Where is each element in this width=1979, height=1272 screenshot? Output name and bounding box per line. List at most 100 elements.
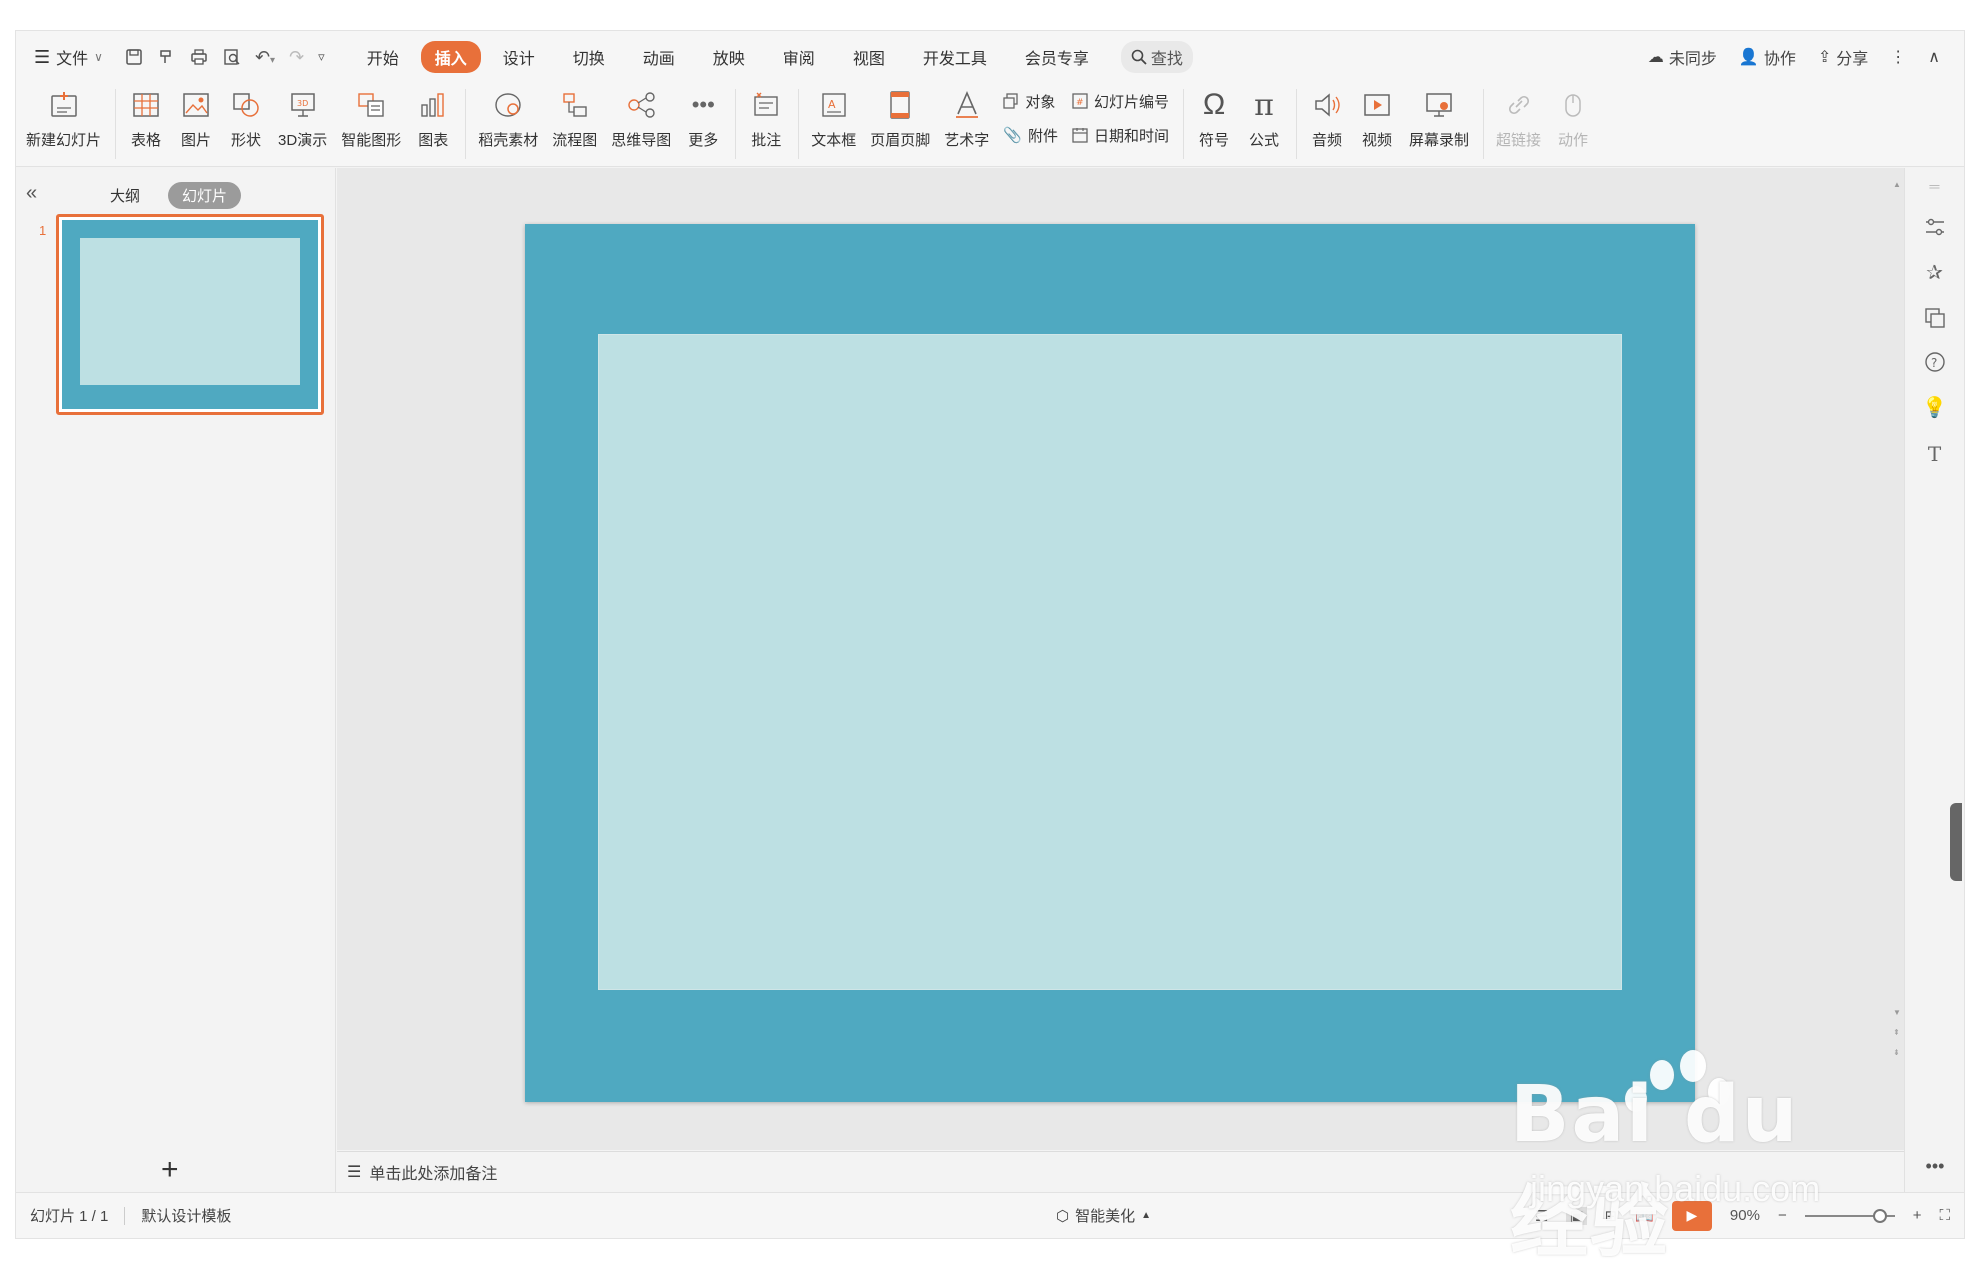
header-footer-button[interactable]: 页眉页脚 [870,83,930,150]
next-slide-icon[interactable]: ⇟ [1893,1048,1900,1057]
print-preview-icon[interactable] [223,48,241,66]
tab-review[interactable]: 审阅 [767,41,831,73]
tab-developer[interactable]: 开发工具 [907,41,1003,73]
speaker-icon [1309,87,1345,123]
sync-status[interactable]: ☁ 未同步 [1648,45,1717,69]
pin-icon[interactable]: ✰ [1926,260,1943,285]
screen-record-icon [1421,87,1457,123]
tab-design[interactable]: 设计 [487,41,551,73]
slide-number-icon: # [1072,93,1088,109]
header-footer-label: 页眉页脚 [870,132,931,149]
3d-demo-label: 3D演示 [278,132,328,149]
collab-button[interactable]: 👤 协作 [1739,45,1796,69]
picture-icon [178,87,214,123]
chart-button[interactable]: 图表 [415,83,451,150]
slide-inner-rectangle[interactable] [598,334,1622,990]
new-slide-button[interactable]: 新建幻灯片 [26,83,101,150]
print-icon[interactable] [189,48,209,66]
tab-view[interactable]: 视图 [837,41,901,73]
slide[interactable] [525,224,1695,1102]
share-button[interactable]: ⇪ 分享 [1818,45,1868,69]
status-left: 幻灯片 1 / 1 默认设计模板 [30,1205,231,1226]
fit-window-icon[interactable]: ⛶ [1939,1207,1950,1224]
save-icon[interactable] [125,48,143,66]
tab-slides[interactable]: 幻灯片 [168,182,242,209]
tab-member[interactable]: 会员专享 [1009,41,1105,73]
formula-button[interactable]: π 公式 [1246,83,1282,150]
customize-toolbar-icon[interactable]: ▿ [318,49,325,65]
new-slide-icon [46,87,82,123]
textbox-button[interactable]: A 文本框 [811,83,856,150]
omega-icon: Ω [1202,88,1226,121]
video-icon [1359,87,1395,123]
video-button[interactable]: 视频 [1359,83,1395,150]
redo-icon[interactable]: ↷ [289,47,304,68]
prev-slide-icon[interactable]: ⇞ [1893,1028,1900,1037]
collapse-panel-icon[interactable]: « [26,182,37,205]
more-tools-icon[interactable]: ••• [1905,1156,1965,1177]
side-panel-handle[interactable] [1950,803,1962,881]
scroll-up-icon[interactable]: ▲ [1893,180,1901,189]
beautify-label: 智能美化 [1075,1208,1136,1225]
tab-transitions[interactable]: 切换 [557,41,621,73]
file-menu[interactable]: ☰ 文件 ∨ [34,45,103,69]
vertical-scrollbar[interactable]: ▲ ▼ ⇞ ⇟ [1885,168,1905,1150]
search-icon [1131,49,1147,65]
more-button[interactable]: ••• 更多 [685,83,721,150]
datetime-button[interactable]: 日期和时间 [1072,123,1169,147]
tab-insert[interactable]: 插入 [420,41,481,73]
tab-home[interactable]: 开始 [351,41,415,73]
textbox-label: 文本框 [811,132,857,149]
search-box[interactable]: 查找 [1120,41,1193,73]
add-slide-icon[interactable]: + [161,1153,179,1187]
flowchart-button[interactable]: 流程图 [552,83,597,150]
ribbon-divider [1183,89,1185,159]
tab-slideshow[interactable]: 放映 [697,41,761,73]
ribbon-divider [798,89,800,159]
more-label: 更多 [688,132,719,149]
picture-button[interactable]: 图片 [178,83,214,150]
mindmap-button[interactable]: 思维导图 [611,83,671,150]
ribbon-divider [735,89,737,159]
zoom-in-icon[interactable]: + [1913,1207,1922,1224]
help-icon[interactable]: ? [1924,351,1946,373]
attachment-button[interactable]: 📎 附件 [1003,123,1058,147]
action-button[interactable]: 动作 [1555,83,1591,150]
table-button[interactable]: 表格 [128,83,164,150]
slide-thumbnail[interactable] [56,214,324,415]
scroll-down-icon[interactable]: ▼ [1893,1008,1901,1017]
object-button[interactable]: 对象 [1003,89,1058,113]
properties-icon[interactable] [1924,216,1946,238]
lightbulb-icon[interactable]: 💡 [1922,395,1947,420]
screen-record-button[interactable]: 屏幕录制 [1409,83,1469,150]
copy-layout-icon[interactable] [1924,307,1946,329]
wordart-icon [949,87,985,123]
tab-animations[interactable]: 动画 [627,41,691,73]
audio-button[interactable]: 音频 [1309,83,1345,150]
beautify-button[interactable]: ⬡ 智能美化 ▲ [1056,1205,1151,1226]
slide-thumbnail-number: 1 [39,223,47,238]
drag-handle-icon: ═ [1929,178,1940,194]
undo-icon[interactable]: ↶▾ [255,47,275,68]
tab-outline[interactable]: 大纲 [96,182,154,209]
3d-demo-button[interactable]: 3D 3D演示 [278,83,327,150]
text-tool-icon[interactable]: T [1928,442,1941,466]
shape-button[interactable]: 形状 [228,83,264,150]
audio-label: 音频 [1312,132,1343,149]
more-options-icon[interactable]: ⋮ [1890,47,1906,67]
zoom-slider-thumb[interactable] [1872,1208,1887,1223]
symbol-button[interactable]: Ω 符号 [1196,83,1232,150]
collapse-ribbon-icon[interactable]: ∧ [1928,47,1940,67]
wordart-button[interactable]: 艺术字 [944,83,989,150]
header-footer-icon [882,87,918,123]
3d-demo-icon: 3D [285,87,321,123]
paperclip-icon: 📎 [1003,127,1022,144]
docer-button[interactable]: 稻壳素材 [478,83,538,150]
comment-button[interactable]: 批注 [748,83,784,150]
template-name[interactable]: 默认设计模板 [141,1205,231,1226]
format-painter-icon[interactable] [157,48,175,66]
smartart-button[interactable]: 智能图形 [341,83,401,150]
textbox-icon: A [816,87,852,123]
hyperlink-button[interactable]: 超链接 [1496,83,1541,150]
slide-number-button[interactable]: # 幻灯片编号 [1072,89,1169,113]
